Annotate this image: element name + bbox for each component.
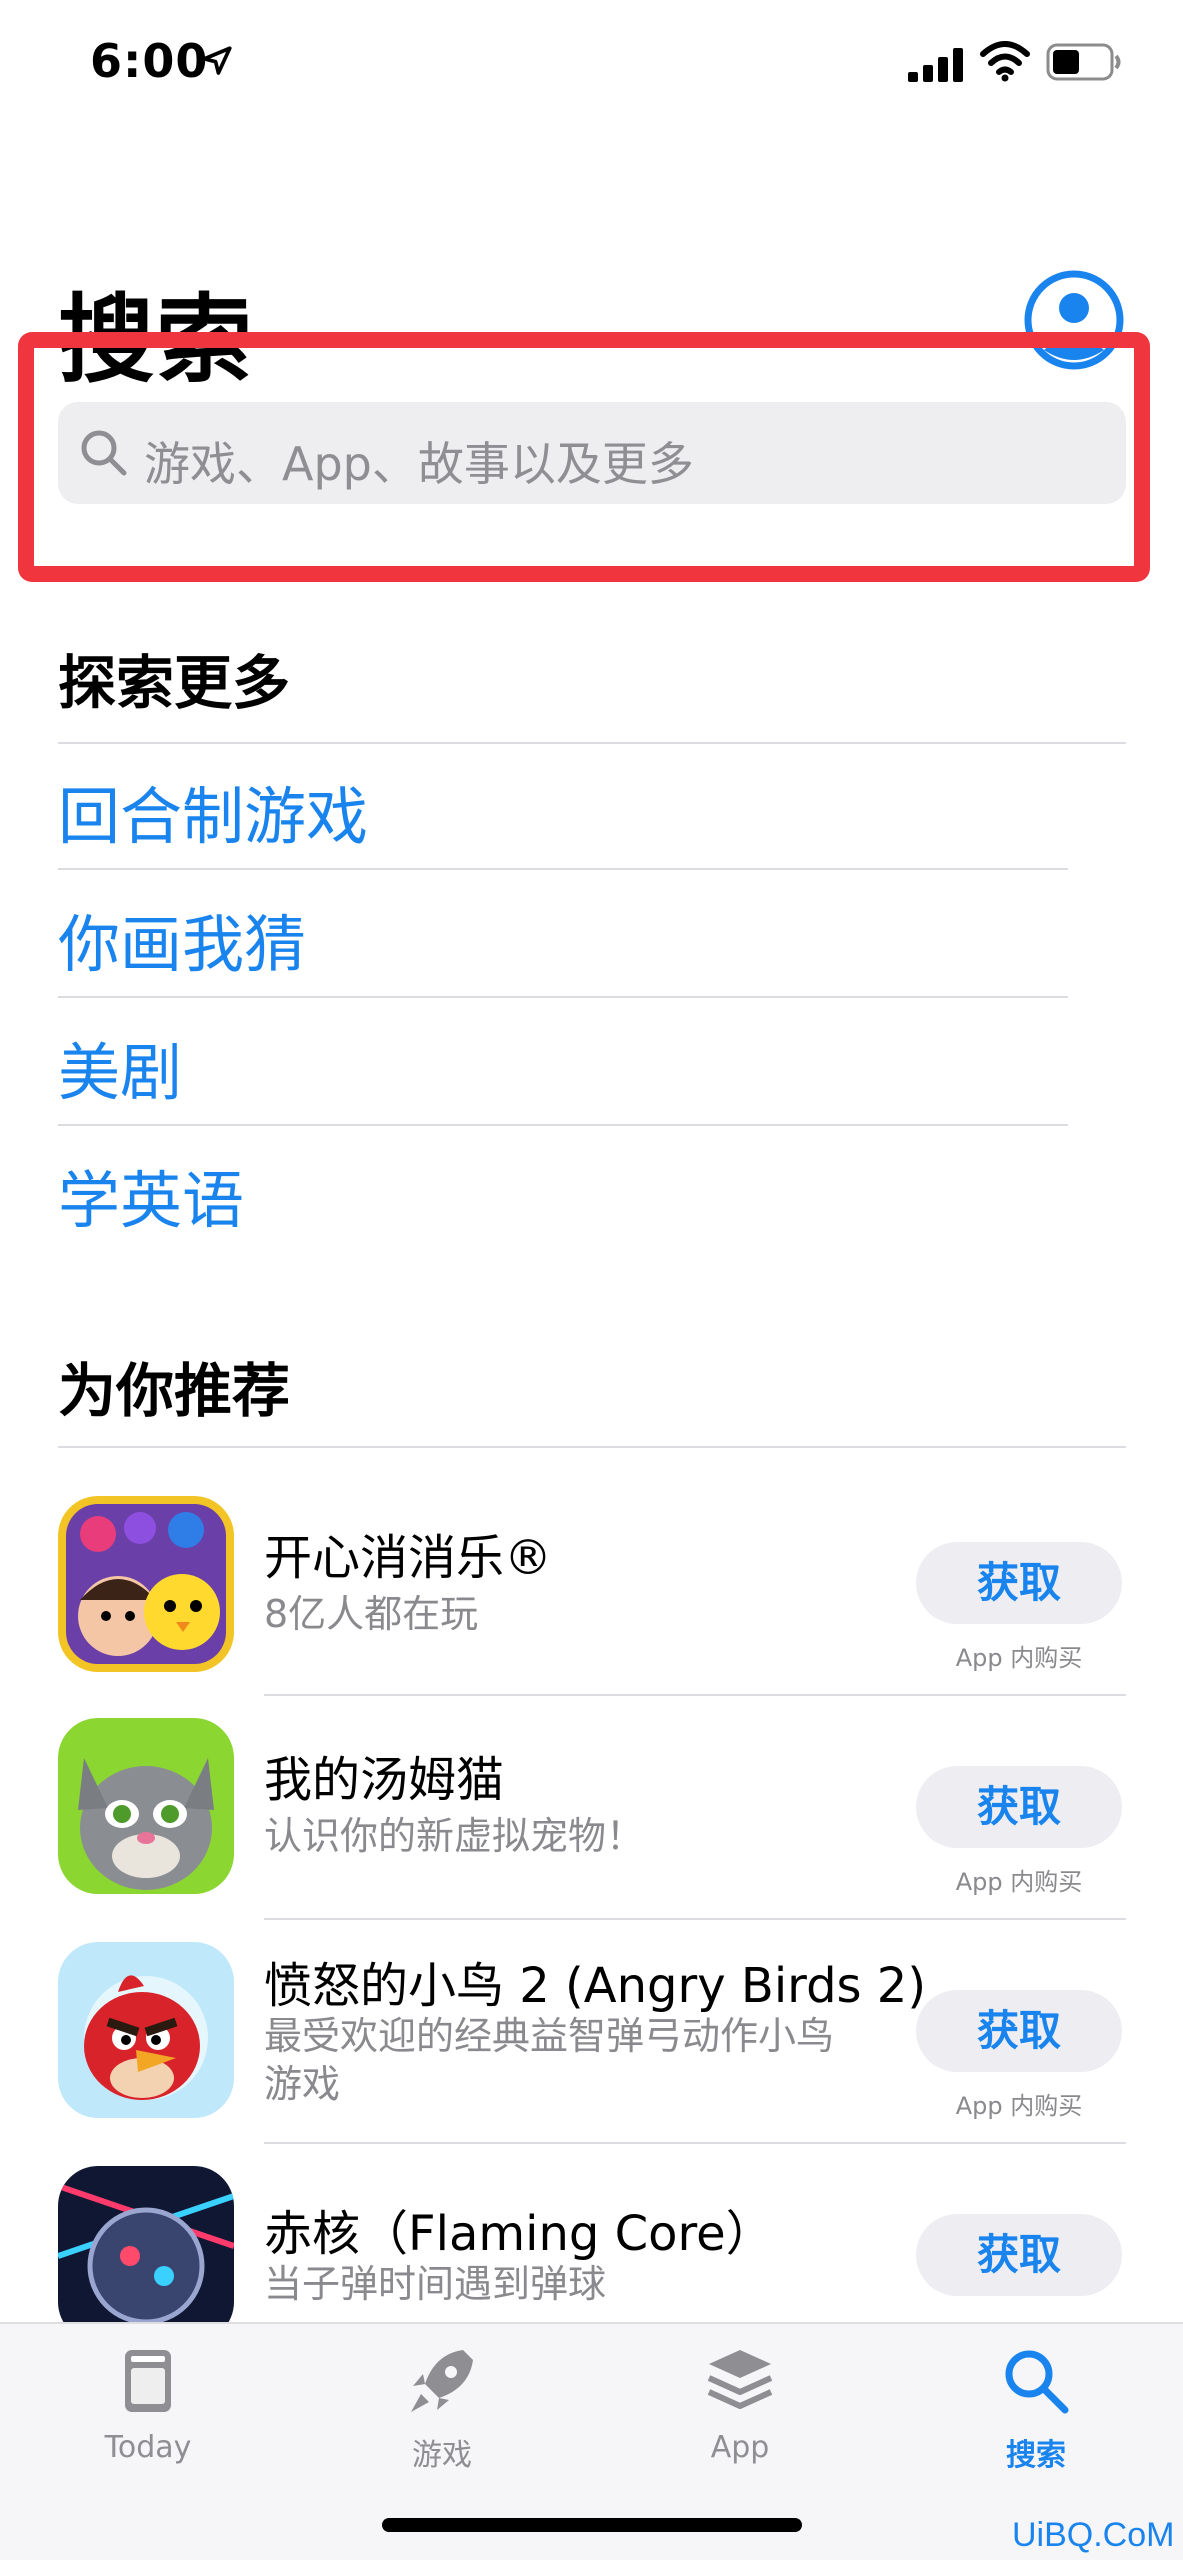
rocket-icon — [411, 2350, 473, 2412]
search-highlight-annotation — [18, 332, 1150, 582]
get-button[interactable]: 获取 — [916, 1542, 1122, 1624]
app-icon-happy-elimination[interactable] — [58, 1496, 234, 1672]
divider — [264, 2142, 1126, 2144]
app-subtitle: 认识你的新虚拟宠物！ — [264, 1814, 645, 1858]
status-time: 6:00 — [90, 34, 209, 88]
explore-item-learn-english[interactable]: 学英语 — [58, 1150, 244, 1240]
home-indicator — [382, 2518, 802, 2532]
tab-apps[interactable]: App — [650, 2344, 830, 2504]
app-name[interactable]: 开心消消乐® — [264, 1518, 552, 1588]
app-subtitle: 最受欢迎的经典益智弹弓动作小鸟游戏 — [264, 2014, 835, 2106]
tab-label: 游戏 — [412, 2438, 472, 2473]
divider — [264, 1918, 1126, 1920]
app-name[interactable]: 赤核（Flaming Core） — [264, 2194, 774, 2264]
app-icon-talking-tom[interactable] — [58, 1718, 234, 1894]
divider — [264, 1694, 1126, 1696]
in-app-purchase-note: App 内购买 — [955, 1868, 1083, 1896]
wifi-icon — [980, 41, 1030, 82]
in-app-purchase-note: App 内购买 — [955, 1644, 1083, 1672]
location-arrow-icon — [202, 46, 232, 75]
tab-label: 搜索 — [1006, 2438, 1066, 2473]
explore-item-us-tv[interactable]: 美剧 — [58, 1022, 182, 1112]
app-icon-angry-birds-2[interactable] — [58, 1942, 234, 2118]
cellular-signal-icon — [908, 48, 963, 82]
watermark: UiBQ.CoM — [1012, 2516, 1175, 2554]
tab-today[interactable]: Today — [58, 2344, 238, 2504]
app-subtitle: 当子弹时间遇到弹球 — [264, 2262, 607, 2306]
tab-games[interactable]: 游戏 — [352, 2344, 532, 2504]
app-stack-icon — [707, 2350, 773, 2409]
divider — [58, 742, 1126, 744]
status-bar: 6:00 — [0, 0, 1183, 130]
app-icon-flaming-core[interactable] — [58, 2166, 234, 2342]
explore-item-turn-based-games[interactable]: 回合制游戏 — [58, 766, 368, 856]
explore-item-draw-guess[interactable]: 你画我猜 — [58, 894, 306, 984]
divider — [58, 996, 1068, 998]
search-icon — [1005, 2350, 1069, 2414]
divider — [58, 1124, 1068, 1126]
app-name[interactable]: 我的汤姆猫 — [264, 1740, 504, 1810]
get-button[interactable]: 获取 — [916, 2214, 1122, 2296]
get-button[interactable]: 获取 — [916, 1766, 1122, 1848]
battery-icon — [1046, 43, 1121, 81]
tab-label: Today — [104, 2430, 192, 2465]
recommended-section-title: 为你推荐 — [58, 1357, 291, 1425]
in-app-purchase-note: App 内购买 — [955, 2092, 1083, 2120]
app-subtitle: 8亿人都在玩 — [264, 1592, 479, 1636]
divider — [58, 1446, 1126, 1448]
get-button[interactable]: 获取 — [916, 1990, 1122, 2072]
tab-search[interactable]: 搜索 — [946, 2344, 1126, 2504]
tab-label: App — [710, 2430, 770, 2465]
divider — [58, 868, 1068, 870]
today-icon — [125, 2350, 171, 2412]
app-name[interactable]: 愤怒的小鸟 2 (Angry Birds 2) — [264, 1946, 926, 2016]
explore-section-title: 探索更多 — [58, 649, 291, 717]
